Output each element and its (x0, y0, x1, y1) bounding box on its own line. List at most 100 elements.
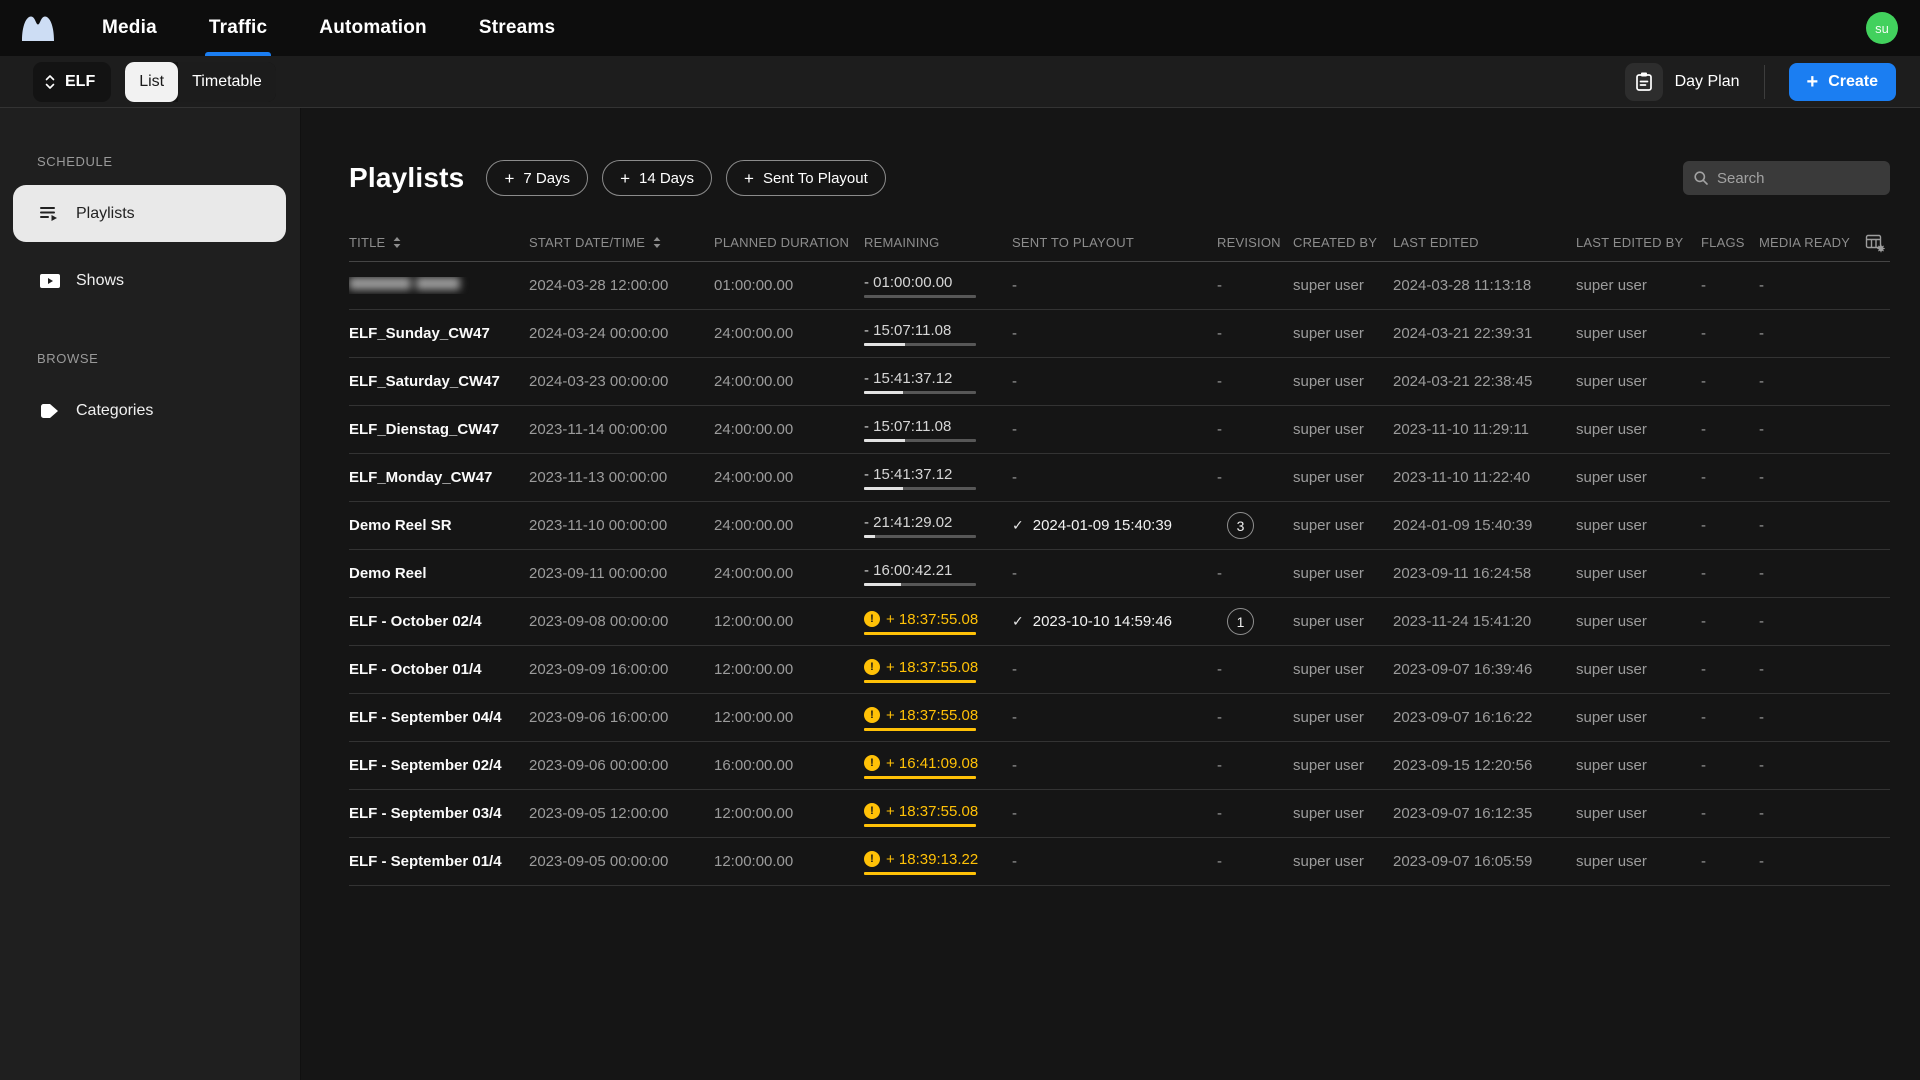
remaining-value: ! + 18:37:55.08 (864, 611, 978, 628)
view-toggle-list[interactable]: List (125, 61, 179, 102)
table-gear-icon[interactable] (1865, 233, 1886, 253)
sent-to-playout-cell: - (1012, 325, 1017, 342)
nav-tab-media[interactable]: Media (98, 0, 161, 56)
remaining-value: - 21:41:29.02 (864, 514, 976, 531)
table-header: TITLE START DATE/TIME PLANNED DURATION REMA… (349, 224, 1890, 262)
nav-tab-automation[interactable]: Automation (315, 0, 431, 56)
table-row[interactable]: ELF - September 01/4 2023-09-05 00:00:00 1… (349, 838, 1890, 886)
sidebar-item-label: Shows (76, 271, 125, 289)
table-row[interactable]: ELF - September 04/4 2023-09-06 16:00:00 1… (349, 694, 1890, 742)
last-edited-by-cell: super user (1576, 277, 1647, 294)
remaining-indicator: - 16:00:42.21 (864, 562, 976, 586)
nav-tab-traffic[interactable]: Traffic (204, 0, 272, 56)
remaining-value: ! + 18:37:55.08 (864, 707, 978, 724)
check-icon: ✓ (1012, 613, 1024, 629)
playlist-title-cell[interactable]: ELF - September 04/4 (349, 709, 529, 726)
playlist-title-cell[interactable]: ELF_Saturday_CW47 (349, 373, 529, 390)
playlist-title-cell[interactable]: ELF_Monday_CW47 (349, 469, 529, 486)
start-datetime-cell: 2023-09-11 00:00:00 (529, 565, 668, 582)
last-edited-cell: 2023-11-10 11:29:11 (1393, 421, 1529, 438)
playlist-title-cell[interactable]: ELF - October 01/4 (349, 661, 529, 678)
column-header-start-date-time[interactable]: START DATE/TIME (529, 235, 714, 250)
last-edited-by-cell: super user (1576, 661, 1647, 678)
playlist-title-cell[interactable]: ELF - September 02/4 (349, 757, 529, 774)
last-edited-by-cell: super user (1576, 757, 1647, 774)
filter-14-days-button[interactable]: + 14 Days (602, 160, 713, 196)
revision-cell: 1 (1217, 608, 1293, 635)
filter-7-days-button[interactable]: + 7 Days (486, 160, 589, 196)
sidebar-item-shows[interactable]: Shows (0, 252, 300, 309)
column-header-last-edited-by[interactable]: LAST EDITED BY (1576, 235, 1701, 250)
column-header-created-by[interactable]: CREATED BY (1293, 235, 1393, 250)
playlist-title-cell[interactable]: ELF - October 02/4 (349, 613, 529, 630)
sort-icon[interactable] (652, 236, 662, 249)
table-row[interactable]: ELF - October 02/4 2023-09-08 00:00:00 12:… (349, 598, 1890, 646)
nav-tab-streams[interactable]: Streams (475, 0, 559, 56)
table-row[interactable]: 2024-03-28 12:00:00 01:00:00.00 - 01:00:00… (349, 262, 1890, 310)
revision-cell: - (1217, 853, 1222, 870)
remaining-cell: - 15:41:37.12 (864, 370, 1012, 394)
column-header-title[interactable]: TITLE (349, 235, 529, 250)
playlist-title-cell[interactable]: ELF - September 03/4 (349, 805, 529, 822)
created-by-cell: super user (1293, 325, 1364, 342)
table-row[interactable]: ELF_Monday_CW47 2023-11-13 00:00:00 24:00:… (349, 454, 1890, 502)
day-plan-button[interactable]: Day Plan (1624, 62, 1740, 101)
column-header-remaining[interactable]: REMAINING (864, 235, 1012, 250)
remaining-indicator: - 15:41:37.12 (864, 370, 976, 394)
playlist-title-cell[interactable] (349, 277, 529, 294)
channel-selector[interactable]: ELF (33, 61, 112, 102)
toolbar: ELF List Timetable Day Plan + Create (0, 56, 1920, 108)
table-row[interactable]: ELF - September 03/4 2023-09-05 12:00:00 1… (349, 790, 1890, 838)
flags-cell: - (1701, 805, 1706, 822)
table-row[interactable]: ELF - October 01/4 2023-09-09 16:00:00 12:… (349, 646, 1890, 694)
revision-cell: - (1217, 277, 1222, 294)
view-toggle-timetable[interactable]: Timetable (178, 61, 276, 102)
table-row[interactable]: ELF - September 02/4 2023-09-06 00:00:00 1… (349, 742, 1890, 790)
column-header-planned-duration[interactable]: PLANNED DURATION (714, 235, 864, 250)
table-row[interactable]: ELF_Dienstag_CW47 2023-11-14 00:00:00 24:0… (349, 406, 1890, 454)
last-edited-cell: 2023-11-24 15:41:20 (1393, 613, 1532, 630)
created-by-cell: super user (1293, 517, 1364, 534)
table-row[interactable]: Demo Reel 2023-09-11 00:00:00 24:00:00.00 -… (349, 550, 1890, 598)
column-header-flags[interactable]: FLAGS (1701, 235, 1759, 250)
last-edited-cell: 2023-09-07 16:12:35 (1393, 805, 1533, 822)
playlist-title-cell[interactable]: ELF - September 01/4 (349, 853, 529, 870)
last-edited-cell: 2024-03-21 22:39:31 (1393, 325, 1533, 342)
table-row[interactable]: ELF_Saturday_CW47 2024-03-23 00:00:00 24:0… (349, 358, 1890, 406)
column-header-label: REVISION (1217, 235, 1281, 250)
view-toggle: List Timetable (125, 61, 276, 102)
media-ready-cell: - (1759, 517, 1764, 534)
playlist-title-cell[interactable]: Demo Reel (349, 565, 529, 582)
column-header-media-ready[interactable]: MEDIA READY (1759, 235, 1859, 250)
sent-datetime: 2024-01-09 15:40:39 (1032, 517, 1173, 534)
sent-to-playout-value: ✓ 2023-10-10 14:59:46 (1012, 613, 1217, 630)
created-by-cell: super user (1293, 805, 1364, 822)
column-header-last-edited[interactable]: LAST EDITED (1393, 235, 1576, 250)
table-row[interactable]: ELF_Sunday_CW47 2024-03-24 00:00:00 24:00:… (349, 310, 1890, 358)
playlist-title-cell[interactable]: Demo Reel SR (349, 517, 529, 534)
remaining-text: - 16:00:42.21 (864, 561, 953, 579)
sidebar-item-categories[interactable]: Categories (0, 382, 300, 439)
column-header-label: LAST EDITED BY (1576, 235, 1684, 250)
column-header-revision[interactable]: REVISION (1217, 235, 1293, 250)
start-datetime-cell: 2023-09-06 00:00:00 (529, 757, 669, 774)
user-avatar[interactable]: su (1866, 12, 1898, 44)
remaining-cell: - 01:00:00.00 (864, 274, 1012, 298)
playlist-title-cell[interactable]: ELF_Dienstag_CW47 (349, 421, 529, 438)
create-button[interactable]: + Create (1788, 62, 1896, 101)
sent-to-playout-cell: - (1012, 373, 1017, 390)
column-header-sent-to-playout[interactable]: SENT TO PLAYOUT (1012, 235, 1217, 250)
remaining-cell: ! + 18:39:13.22 (864, 849, 1012, 875)
playlist-title-cell[interactable]: ELF_Sunday_CW47 (349, 325, 529, 342)
revision-cell: - (1217, 661, 1222, 678)
created-by-cell: super user (1293, 757, 1364, 774)
sort-icon[interactable] (392, 236, 402, 249)
sidebar-item-playlists[interactable]: Playlists (13, 185, 286, 242)
app-logo-icon[interactable] (20, 13, 56, 43)
search-input[interactable] (1717, 169, 1880, 187)
filter-sent-to-playout-button[interactable]: + Sent To Playout (726, 160, 886, 196)
table-row[interactable]: Demo Reel SR 2023-11-10 00:00:00 24:00:00.… (349, 502, 1890, 550)
sent-to-playout-value: ✓ 2024-01-09 15:40:39 (1012, 517, 1217, 534)
media-ready-cell: - (1759, 853, 1764, 870)
start-datetime-cell: 2023-09-09 16:00:00 (529, 661, 669, 678)
